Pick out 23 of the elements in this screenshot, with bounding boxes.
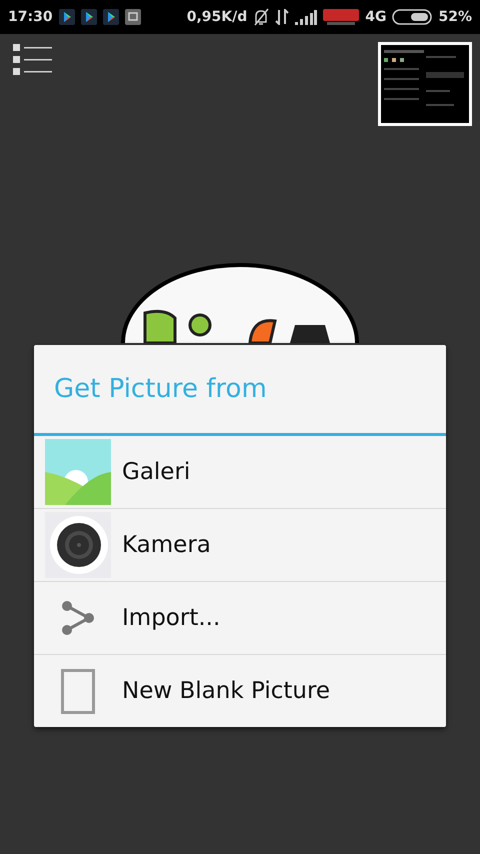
- speed-badge-icon: [323, 7, 360, 27]
- network-type: 4G: [365, 9, 386, 25]
- notification-icon: [124, 9, 141, 25]
- blank-page-icon: [61, 668, 95, 714]
- bell-off-icon: [253, 8, 270, 26]
- dialog-title: Get Picture from: [54, 374, 267, 404]
- network-speed: 0,95K/d: [186, 9, 248, 25]
- source-option[interactable]: Galeri: [34, 436, 446, 509]
- share-icon: [61, 601, 95, 635]
- source-option[interactable]: New Blank Picture: [34, 655, 446, 727]
- data-arrows-icon: [275, 9, 290, 25]
- app-store-icon: [102, 9, 119, 25]
- gallery-icon: [45, 439, 111, 505]
- app-store-icon: [58, 9, 75, 25]
- battery-percent: 52%: [438, 9, 472, 25]
- app-store-icon: [80, 9, 97, 25]
- source-option[interactable]: Import...: [34, 582, 446, 655]
- source-option[interactable]: Kamera: [34, 509, 446, 582]
- battery-icon: [392, 9, 432, 25]
- signal-icon: [295, 9, 318, 25]
- menu-icon[interactable]: [12, 42, 54, 78]
- status-time: 17:30: [8, 9, 53, 25]
- camera-icon: [45, 512, 111, 578]
